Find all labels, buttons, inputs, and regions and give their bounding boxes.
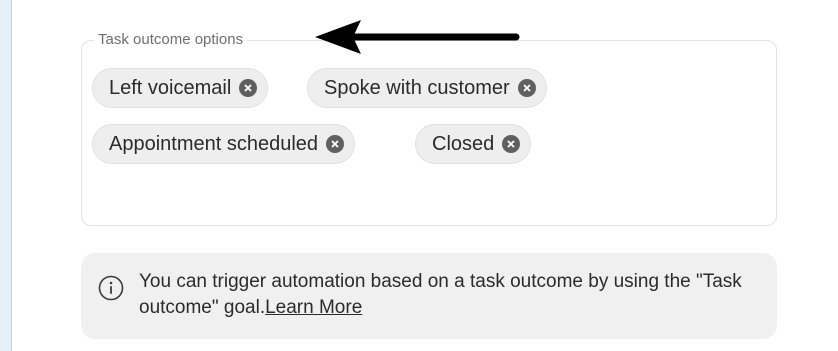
arrow-left-icon [315,20,520,54]
remove-chip-icon[interactable] [239,79,258,97]
chip-closed: Closed [415,124,532,164]
info-banner: You can trigger automation based on a ta… [81,253,777,339]
chip-left-voicemail: Left voicemail [92,68,269,108]
remove-chip-icon[interactable] [502,135,521,153]
field-legend: Task outcome options [94,30,248,50]
chip-label: Spoke with customer [324,77,510,99]
info-message: You can trigger automation based on a ta… [139,269,764,321]
info-text: You can trigger automation based on a ta… [139,271,742,318]
task-outcome-options-field[interactable]: Task outcome options Left voicemail Spok… [81,30,777,226]
chip-appointment-scheduled: Appointment scheduled [92,124,356,164]
chip-label: Appointment scheduled [109,133,319,155]
info-circle-icon [98,275,124,301]
remove-chip-icon[interactable] [326,135,345,153]
learn-more-link[interactable]: Learn More [265,297,362,318]
chip-label: Left voicemail [109,77,232,99]
chip-spoke-with-customer: Spoke with customer [307,68,547,108]
remove-chip-icon[interactable] [517,79,536,97]
chip-label: Closed [432,133,495,155]
